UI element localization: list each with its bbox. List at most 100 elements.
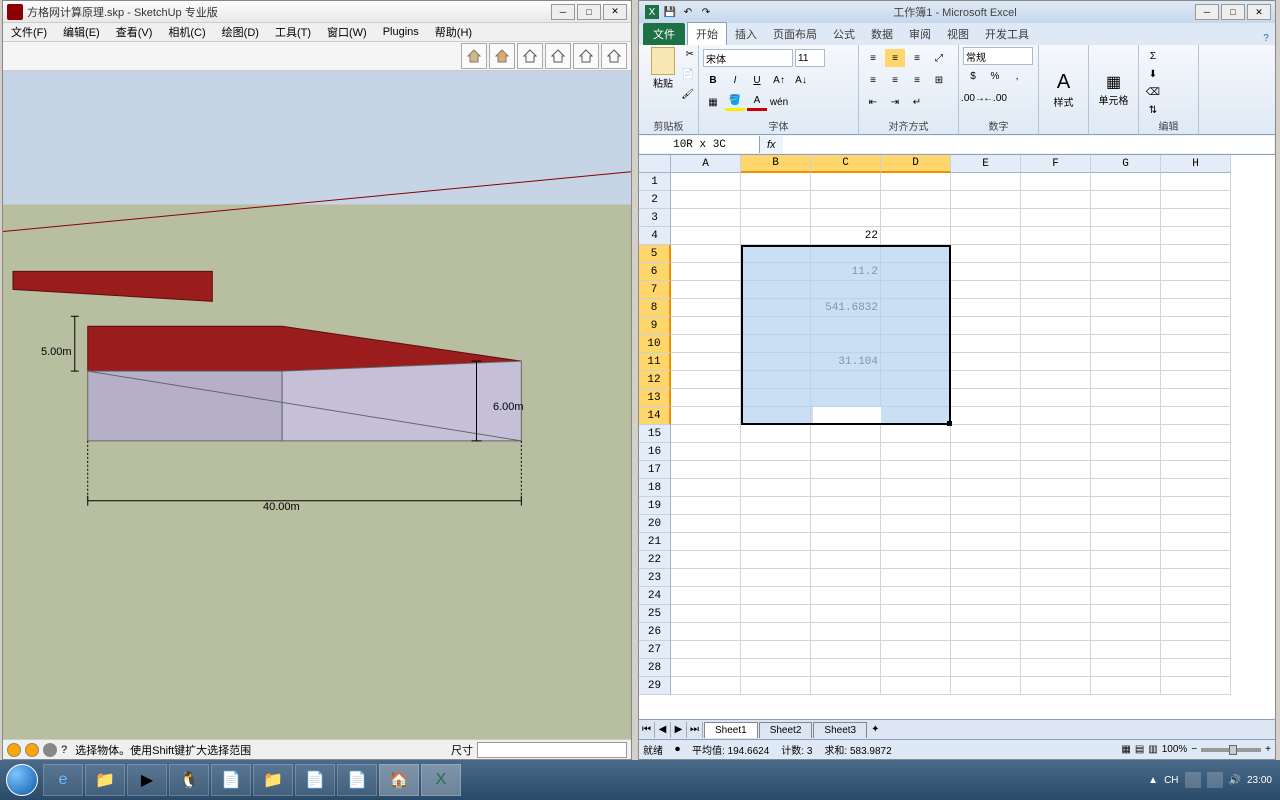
cell-G11[interactable] (1091, 353, 1161, 371)
cell-D17[interactable] (881, 461, 951, 479)
cell-H5[interactable] (1161, 245, 1231, 263)
cell-A16[interactable] (671, 443, 741, 461)
redo-icon[interactable]: ↷ (699, 5, 713, 19)
cell-B20[interactable] (741, 515, 811, 533)
cell-B19[interactable] (741, 497, 811, 515)
cell-C25[interactable] (811, 605, 881, 623)
cell-E7[interactable] (951, 281, 1021, 299)
status-icon-1[interactable] (7, 743, 21, 757)
row-header-19[interactable]: 19 (639, 497, 671, 515)
merge[interactable]: ⊞ (929, 71, 949, 89)
sketchup-titlebar[interactable]: 方格网计算原理.skp - SketchUp 专业版 ─ □ ✕ (3, 1, 631, 23)
cell-A14[interactable] (671, 407, 741, 425)
new-sheet-icon[interactable]: ✦ (871, 724, 879, 735)
cell-G8[interactable] (1091, 299, 1161, 317)
decrease-dec[interactable]: ←.00 (985, 89, 1005, 107)
cell-G14[interactable] (1091, 407, 1161, 425)
cell-A23[interactable] (671, 569, 741, 587)
cell-C16[interactable] (811, 443, 881, 461)
cell-G21[interactable] (1091, 533, 1161, 551)
clear[interactable]: ⌫ (1143, 83, 1163, 101)
row-header-23[interactable]: 23 (639, 569, 671, 587)
cell-A25[interactable] (671, 605, 741, 623)
cell-G9[interactable] (1091, 317, 1161, 335)
row-header-28[interactable]: 28 (639, 659, 671, 677)
menu-tools[interactable]: 工具(T) (271, 24, 315, 40)
row-header-20[interactable]: 20 (639, 515, 671, 533)
cell-F29[interactable] (1021, 677, 1091, 695)
view-normal-icon[interactable]: ▦ (1121, 744, 1130, 755)
xl-close-button[interactable]: ✕ (1247, 4, 1271, 20)
cell-D15[interactable] (881, 425, 951, 443)
cell-A6[interactable] (671, 263, 741, 281)
cell-C17[interactable] (811, 461, 881, 479)
row-header-12[interactable]: 12 (639, 371, 671, 389)
house-tool-5[interactable] (573, 43, 599, 69)
cell-E18[interactable] (951, 479, 1021, 497)
menu-plugins[interactable]: Plugins (379, 26, 423, 38)
row-header-15[interactable]: 15 (639, 425, 671, 443)
cell-F6[interactable] (1021, 263, 1091, 281)
row-header-6[interactable]: 6 (639, 263, 671, 281)
cell-E16[interactable] (951, 443, 1021, 461)
percent[interactable]: % (985, 67, 1005, 85)
row-header-22[interactable]: 22 (639, 551, 671, 569)
zoom-in[interactable]: + (1265, 744, 1271, 755)
cell-B21[interactable] (741, 533, 811, 551)
cell-B26[interactable] (741, 623, 811, 641)
cell-D27[interactable] (881, 641, 951, 659)
cell-E10[interactable] (951, 335, 1021, 353)
cell-H24[interactable] (1161, 587, 1231, 605)
cell-E24[interactable] (951, 587, 1021, 605)
menu-view[interactable]: 查看(V) (112, 24, 157, 40)
cell-F7[interactable] (1021, 281, 1091, 299)
currency[interactable]: $ (963, 67, 983, 85)
cell-A20[interactable] (671, 515, 741, 533)
cell-D28[interactable] (881, 659, 951, 677)
cell-B15[interactable] (741, 425, 811, 443)
cell-D2[interactable] (881, 191, 951, 209)
cell-C7[interactable] (811, 281, 881, 299)
cell-F24[interactable] (1021, 587, 1091, 605)
menu-help[interactable]: 帮助(H) (431, 24, 476, 40)
align-top[interactable]: ≡ (863, 49, 883, 67)
row-header-27[interactable]: 27 (639, 641, 671, 659)
cell-B9[interactable] (741, 317, 811, 335)
cell-C26[interactable] (811, 623, 881, 641)
tab-insert[interactable]: 插入 (727, 23, 765, 45)
cell-E28[interactable] (951, 659, 1021, 677)
cell-A29[interactable] (671, 677, 741, 695)
bold-button[interactable]: B (703, 71, 723, 89)
cell-F4[interactable] (1021, 227, 1091, 245)
cell-A24[interactable] (671, 587, 741, 605)
cell-D1[interactable] (881, 173, 951, 191)
cell-G12[interactable] (1091, 371, 1161, 389)
cell-A9[interactable] (671, 317, 741, 335)
cell-C21[interactable] (811, 533, 881, 551)
decrease-font-button[interactable]: A↓ (791, 71, 811, 89)
cell-G27[interactable] (1091, 641, 1161, 659)
cell-A15[interactable] (671, 425, 741, 443)
cell-H13[interactable] (1161, 389, 1231, 407)
cell-H16[interactable] (1161, 443, 1231, 461)
sheet-tab-3[interactable]: Sheet3 (813, 722, 867, 738)
cell-D5[interactable] (881, 245, 951, 263)
row-header-26[interactable]: 26 (639, 623, 671, 641)
cell-E15[interactable] (951, 425, 1021, 443)
cell-C4[interactable]: 22 (811, 227, 881, 245)
cell-F8[interactable] (1021, 299, 1091, 317)
cell-G3[interactable] (1091, 209, 1161, 227)
orientation[interactable]: ⤢ (929, 49, 949, 67)
row-header-29[interactable]: 29 (639, 677, 671, 695)
spreadsheet-grid[interactable]: ABCDEFGH 1234567891011121314151617181920… (639, 155, 1275, 719)
copy-icon[interactable]: 📄 (682, 69, 694, 80)
cell-A4[interactable] (671, 227, 741, 245)
cell-H3[interactable] (1161, 209, 1231, 227)
cell-B6[interactable] (741, 263, 811, 281)
cell-F21[interactable] (1021, 533, 1091, 551)
cell-H9[interactable] (1161, 317, 1231, 335)
cell-G16[interactable] (1091, 443, 1161, 461)
tab-layout[interactable]: 页面布局 (765, 23, 825, 45)
align-center[interactable]: ≡ (885, 71, 905, 89)
cell-A8[interactable] (671, 299, 741, 317)
